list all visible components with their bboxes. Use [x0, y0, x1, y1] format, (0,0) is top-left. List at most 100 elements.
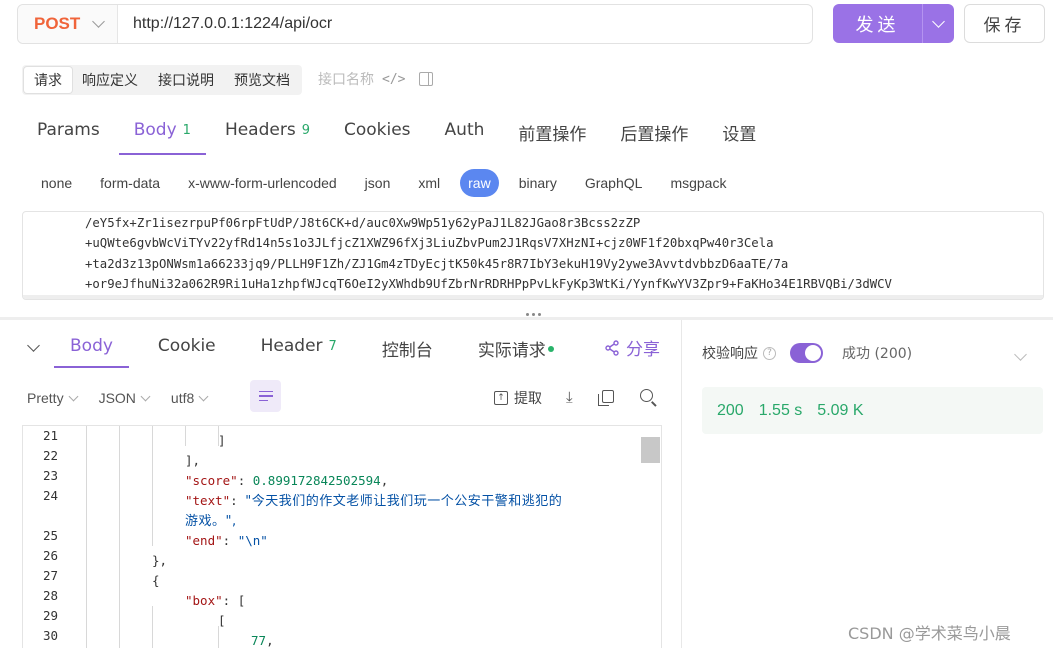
line-number-gutter: 21 22 23 24 25 26 27 28 29 30: [42, 428, 58, 643]
url-input[interactable]: http://127.0.0.1:1224/api/ocr: [118, 15, 332, 33]
chevron-down-icon: [27, 339, 40, 352]
response-tab-actual-request[interactable]: 实际请求: [462, 326, 570, 368]
code-line: 游戏。",: [185, 514, 237, 529]
response-tab-body[interactable]: Body: [54, 326, 129, 368]
method-select[interactable]: POST: [18, 5, 118, 43]
status-dot: [547, 346, 554, 352]
request-subtabs: 请求 响应定义 接口说明 预览文档: [22, 65, 302, 95]
tab-badge: 9: [301, 123, 310, 138]
indent-guide: [152, 606, 153, 648]
tab-params[interactable]: Params: [22, 112, 115, 155]
indent-guide: [86, 426, 87, 648]
response-code-viewer[interactable]: 21 22 23 24 25 26 27 28 29 30 ] ], "scor…: [22, 425, 662, 648]
body-type-msgpack[interactable]: msgpack: [656, 169, 740, 197]
response-tab-cookie[interactable]: Cookie: [142, 326, 232, 368]
code-line: {: [152, 573, 160, 588]
raw-body-text: /eY5fx+Zr1isezrpuPf06rpFtUdP/J8t6CK+d/au…: [85, 216, 892, 299]
verify-expand-button[interactable]: [1014, 347, 1027, 363]
body-type-form-data[interactable]: form-data: [86, 169, 174, 197]
horizontal-scrollbar[interactable]: [23, 295, 1043, 299]
drag-handle-icon[interactable]: [526, 313, 541, 316]
subtab-request[interactable]: 请求: [24, 67, 72, 93]
response-stats: 200 1.55 s 5.09 K: [702, 387, 1043, 434]
verify-label: 校验响应: [702, 346, 758, 362]
body-type-raw[interactable]: raw: [460, 169, 499, 197]
body-type-graphql[interactable]: GraphQL: [571, 169, 657, 197]
extract-icon: ↑: [494, 391, 508, 405]
tab-headers[interactable]: Headers 9: [210, 112, 325, 155]
send-button[interactable]: 发送: [833, 4, 954, 43]
subtab-preview-docs[interactable]: 预览文档: [224, 67, 300, 93]
indent-guide: [185, 426, 186, 446]
indent-guide: [152, 426, 153, 546]
body-type-binary[interactable]: binary: [505, 169, 571, 197]
vertical-scrollbar[interactable]: [641, 437, 660, 463]
save-button[interactable]: 保存: [964, 4, 1045, 43]
tab-body[interactable]: Body 1: [118, 112, 206, 155]
collapse-button[interactable]: [27, 338, 40, 354]
chevron-down-icon: [1014, 348, 1027, 361]
api-name-input[interactable]: 接口名称: [318, 69, 374, 89]
copy-icon[interactable]: [598, 390, 614, 406]
search-icon[interactable]: [640, 389, 653, 402]
code-line: "score": 0.899172842502594,: [185, 473, 389, 488]
code-line: "box": [: [185, 593, 246, 608]
language-select[interactable]: JSON: [99, 390, 151, 406]
send-label: 发送: [855, 14, 900, 36]
chevron-down-icon: [198, 391, 209, 401]
response-size: 5.09 K: [817, 401, 864, 419]
code-line: "end": "\n": [185, 533, 268, 548]
response-tabs: Body Cookie Header 7 控制台 实际请求: [54, 326, 583, 368]
body-type-json[interactable]: json: [351, 169, 405, 197]
url-bar: POST http://127.0.0.1:1224/api/ocr: [17, 4, 813, 44]
tab-pre-actions[interactable]: 前置操作: [503, 112, 601, 155]
subtab-api-docs[interactable]: 接口说明: [148, 67, 224, 93]
request-tabs: Params Body 1 Headers 9 Cookies Auth 前置操作 …: [22, 112, 775, 155]
watermark: CSDN @学术菜鸟小晨: [848, 624, 1011, 643]
vertical-divider: [681, 320, 682, 648]
method-label: POST: [34, 14, 81, 33]
code-line: [: [218, 613, 226, 628]
verify-toggle[interactable]: [790, 343, 823, 363]
extract-button[interactable]: ↑ 提取: [494, 388, 542, 408]
tab-badge: 7: [328, 339, 337, 354]
download-icon[interactable]: ⤓: [566, 388, 573, 406]
code-line: },: [152, 553, 168, 568]
verify-response: 校验响应 ? 成功 (200): [702, 343, 912, 363]
response-time: 1.55 s: [758, 401, 803, 419]
code-line: 77,: [251, 633, 274, 648]
share-button[interactable]: 分享: [604, 335, 660, 360]
code-icon[interactable]: </>: [382, 72, 405, 87]
wrap-lines-button[interactable]: [250, 380, 281, 412]
body-type-selector: none form-data x-www-form-urlencoded jso…: [27, 168, 740, 198]
status-code: 200: [717, 401, 744, 419]
encoding-select[interactable]: utf8: [171, 390, 209, 406]
chevron-down-icon: [92, 15, 106, 28]
tab-settings[interactable]: 设置: [707, 112, 771, 155]
chevron-down-icon: [140, 391, 151, 401]
body-type-none[interactable]: none: [27, 169, 86, 197]
code-line: ],: [185, 453, 201, 468]
body-type-urlencoded[interactable]: x-www-form-urlencoded: [174, 169, 351, 197]
response-toolbar: Pretty JSON utf8: [27, 385, 229, 411]
body-type-xml[interactable]: xml: [404, 169, 454, 197]
chevron-down-icon: [68, 391, 79, 401]
send-dropdown-button[interactable]: [922, 4, 954, 43]
panel-toggle-icon[interactable]: [419, 72, 434, 86]
response-tab-header[interactable]: Header 7: [245, 326, 353, 368]
share-icon: [605, 339, 619, 356]
code-line: "text": "今天我们的作文老师让我们玩一个公安干警和逃犯的: [185, 493, 563, 509]
subtab-response-definition[interactable]: 响应定义: [72, 67, 148, 93]
response-tab-console[interactable]: 控制台: [366, 326, 449, 368]
format-select[interactable]: Pretty: [27, 390, 79, 406]
tab-cookies[interactable]: Cookies: [329, 112, 426, 155]
help-icon[interactable]: ?: [763, 346, 776, 360]
verify-status: 成功 (200): [842, 346, 913, 362]
chevron-down-icon: [932, 14, 945, 28]
api-name-area: 接口名称 </>: [318, 69, 434, 89]
raw-body-editor[interactable]: /eY5fx+Zr1isezrpuPf06rpFtUdP/J8t6CK+d/au…: [22, 211, 1044, 300]
pane-divider[interactable]: [0, 317, 1053, 320]
tab-post-actions[interactable]: 后置操作: [605, 112, 703, 155]
tab-auth[interactable]: Auth: [430, 112, 500, 155]
tab-badge: 1: [182, 123, 191, 138]
